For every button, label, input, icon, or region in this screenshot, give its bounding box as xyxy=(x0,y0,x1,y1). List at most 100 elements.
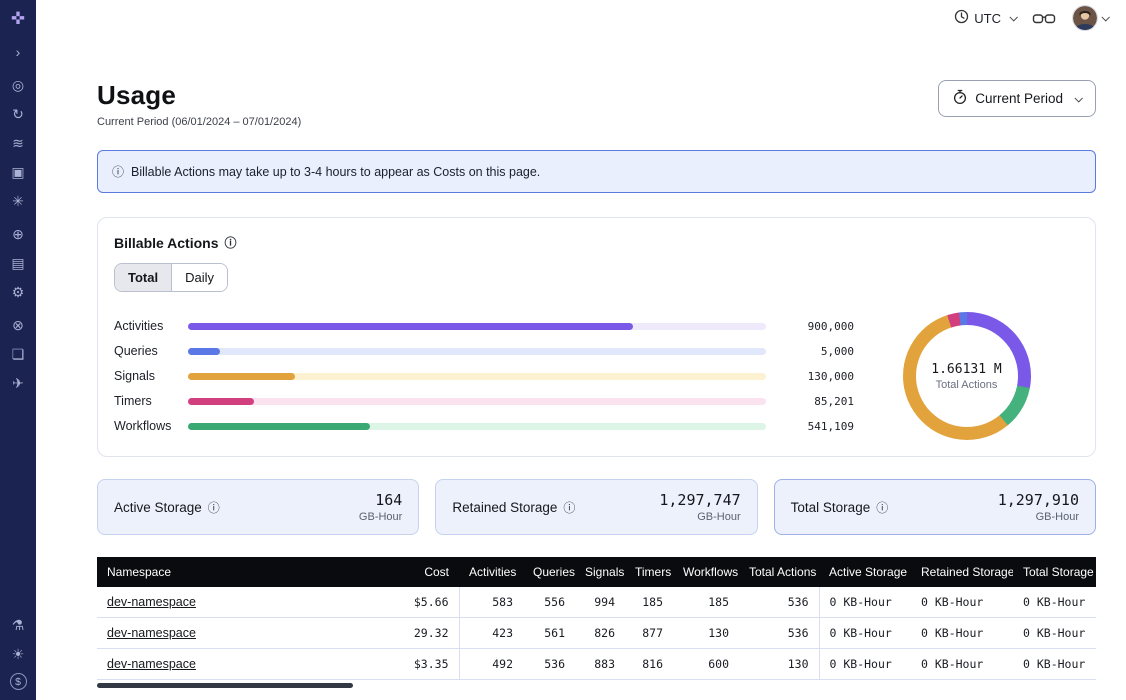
namespaces-icon[interactable]: ◎ xyxy=(8,75,28,95)
billable-actions-card: Billable Actions ⓘ TotalDaily Activities… xyxy=(97,217,1096,457)
table-cell: 0 KB-Hour xyxy=(819,618,911,649)
usage-table-body: dev-namespace$5.665835569941851855360 KB… xyxy=(97,587,1096,680)
table-cell: 0 KB-Hour xyxy=(911,587,1013,618)
column-header-active-storage: Active Storage xyxy=(819,557,911,587)
bar-track xyxy=(188,398,766,405)
storage-card-active-storage: Active Storageⓘ164GB-Hour xyxy=(97,479,419,535)
donut-total-label: Total Actions xyxy=(936,379,998,391)
info-icon[interactable]: ⓘ xyxy=(563,499,575,516)
app-root: ✜ › ◎ ↻ ≋ ▣ ✳ ⊕ ▤ ⚙ ⊗ ❏ ✈ ⚗ ☀ $ UTC xyxy=(0,0,1126,700)
rocket-icon[interactable]: ✈ xyxy=(8,373,28,393)
user-menu[interactable] xyxy=(1072,5,1108,31)
dollar-circle-icon[interactable]: $ xyxy=(10,673,27,690)
namespace-link[interactable]: dev-namespace xyxy=(107,595,196,609)
collapse-chevron-icon[interactable]: › xyxy=(8,42,28,62)
bar-row: Workflows541,109 xyxy=(114,420,854,433)
bar-label: Workflows xyxy=(114,419,178,433)
bar-fill xyxy=(188,348,220,355)
avatar xyxy=(1072,5,1098,31)
temporal-logo-icon[interactable]: ✜ xyxy=(8,9,28,29)
bar-row: Activities 900,000 xyxy=(114,320,854,333)
storage-value: 1,297,747 xyxy=(659,491,740,509)
tab-total[interactable]: Total xyxy=(115,264,172,291)
bar-fill xyxy=(188,373,295,380)
bar-label: Queries xyxy=(114,344,178,358)
table-cell: 826 xyxy=(575,618,625,649)
storage-unit: GB-Hour xyxy=(659,511,740,523)
table-cell: 185 xyxy=(625,587,673,618)
bar-row: Queries5,000 xyxy=(114,345,854,358)
column-header-retained-storage: Retained Storage xyxy=(911,557,1013,587)
bar-label: Activities xyxy=(114,319,178,333)
sidebar-group: › xyxy=(8,42,28,62)
info-icon: ⓘ xyxy=(112,163,124,180)
info-icon[interactable]: ⓘ xyxy=(876,499,888,516)
tab-daily[interactable]: Daily xyxy=(172,264,227,291)
circle-x-icon[interactable]: ⊗ xyxy=(8,315,28,335)
chevron-down-icon xyxy=(1074,94,1082,102)
bar-track xyxy=(188,423,766,430)
info-icon[interactable]: ⓘ xyxy=(225,234,237,251)
column-header-total-actions: Total Actions xyxy=(739,557,819,587)
bar-chart: Activities 900,000 Queries5,000 Signals 130,… xyxy=(114,320,854,433)
docs-book-icon[interactable]: ❏ xyxy=(8,344,28,364)
table-cell: 536 xyxy=(739,587,819,618)
table-cell: $5.66 xyxy=(397,587,459,618)
bar-track xyxy=(188,348,766,355)
timezone-selector[interactable]: UTC xyxy=(954,9,1016,27)
billing-card-icon[interactable]: ▤ xyxy=(8,253,28,273)
storage-cards-row: Active Storageⓘ164GB-HourRetained Storag… xyxy=(97,479,1096,535)
namespace-link[interactable]: dev-namespace xyxy=(107,626,196,640)
sidebar-group: ⚗ ☀ $ xyxy=(8,615,28,690)
namespace-link[interactable]: dev-namespace xyxy=(107,657,196,671)
table-cell: 877 xyxy=(625,618,673,649)
column-header-signals: Signals xyxy=(575,557,625,587)
usage-table-head: NamespaceCostActivitiesQueriesSignalsTim… xyxy=(97,557,1096,587)
usage-table: NamespaceCostActivitiesQueriesSignalsTim… xyxy=(97,557,1096,680)
donut-center: 1.66131 M Total Actions xyxy=(916,325,1018,427)
storage-card-total-storage: Total Storageⓘ1,297,910GB-Hour xyxy=(774,479,1096,535)
table-cell: 561 xyxy=(523,618,575,649)
bar-label: Signals xyxy=(114,369,178,383)
storage-label-text: Total Storage xyxy=(791,500,871,515)
storage-unit: GB-Hour xyxy=(998,511,1079,523)
table-cell: 0 KB-Hour xyxy=(1013,618,1096,649)
history-icon[interactable]: ↻ xyxy=(8,104,28,124)
storage-card-label: Total Storage ⓘ xyxy=(791,499,889,516)
theme-sun-icon[interactable]: ☀ xyxy=(8,644,28,664)
period-selector-button[interactable]: Current Period xyxy=(938,80,1096,117)
table-cell: 0 KB-Hour xyxy=(819,649,911,680)
column-header-activities: Activities xyxy=(459,557,523,587)
table-cell: 536 xyxy=(523,649,575,680)
table-scrollbar-thumb[interactable] xyxy=(97,683,353,688)
bar-value: 130,000 xyxy=(776,370,854,383)
table-cell: $3.35 xyxy=(397,649,459,680)
table-cell: 556 xyxy=(523,587,575,618)
table-cell: 883 xyxy=(575,649,625,680)
table-cell: 600 xyxy=(673,649,739,680)
table-cell: 29.32 xyxy=(397,618,459,649)
cube-icon[interactable]: ▣ xyxy=(8,162,28,182)
total-actions-donut: 1.66131 M Total Actions xyxy=(903,312,1031,440)
namespace-cell: dev-namespace xyxy=(97,618,397,649)
lab-flask-icon[interactable]: ⚗ xyxy=(8,615,28,635)
bar-track xyxy=(188,323,766,330)
table-cell: 0 KB-Hour xyxy=(911,618,1013,649)
info-icon[interactable]: ⓘ xyxy=(208,499,220,516)
nexus-asterisk-icon[interactable]: ✳ xyxy=(8,191,28,211)
stack-icon[interactable]: ≋ xyxy=(8,133,28,153)
billable-card-title: Billable Actions ⓘ xyxy=(114,234,1079,251)
table-cell: 0 KB-Hour xyxy=(911,649,1013,680)
bar-value: 900,000 xyxy=(776,320,854,333)
sidebar: ✜ › ◎ ↻ ≋ ▣ ✳ ⊕ ▤ ⚙ ⊗ ❏ ✈ ⚗ ☀ $ xyxy=(0,0,36,700)
bar-value: 85,201 xyxy=(776,395,854,408)
settings-gear-icon[interactable]: ⚙ xyxy=(8,282,28,302)
goggles-icon[interactable] xyxy=(1032,11,1056,26)
globe-icon[interactable]: ⊕ xyxy=(8,224,28,244)
bar-row: Timers85,201 xyxy=(114,395,854,408)
topbar: UTC xyxy=(36,0,1126,36)
storage-value: 164 xyxy=(359,491,402,509)
page-title: Usage xyxy=(97,80,301,111)
storage-card-retained-storage: Retained Storageⓘ1,297,747GB-Hour xyxy=(435,479,757,535)
chevron-down-icon xyxy=(1009,13,1017,21)
